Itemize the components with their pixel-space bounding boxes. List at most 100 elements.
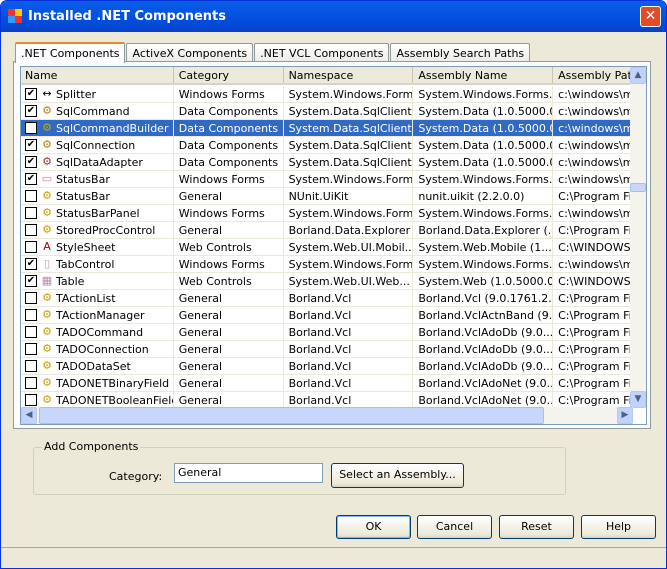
checkbox[interactable]: ✔	[25, 105, 37, 117]
cell-path: c:\windows\mic	[553, 171, 633, 187]
scroll-left-button[interactable]: ◀	[21, 407, 37, 424]
cell-assembly: System.Data (1.0.5000.0)	[413, 120, 554, 136]
checkbox[interactable]	[25, 377, 37, 389]
tab-strip: .NET Components ActiveX Components .NET …	[15, 42, 531, 63]
table-icon: ▦	[41, 274, 53, 287]
checkbox[interactable]	[25, 292, 37, 304]
tab-net-components[interactable]: .NET Components	[15, 42, 126, 63]
category-label: Category:	[109, 470, 163, 483]
table-row[interactable]: ⚙ TADONETBinaryField General Borland.Vcl Bor…	[21, 375, 633, 392]
checkbox[interactable]: ✔	[25, 258, 37, 270]
checkbox[interactable]	[25, 207, 37, 219]
cell-path: C:\WINDOWS\V	[553, 273, 633, 289]
table-row[interactable]: ✔ ⚙ SqlDataAdapter Data Components System.Da…	[21, 154, 633, 171]
scroll-up-button[interactable]: ▲	[630, 67, 646, 84]
table-row[interactable]: A StyleSheet Web Controls System.Web.UI.Mob…	[21, 239, 633, 256]
table-row[interactable]: ⚙ StatusBarPanel Windows Forms System.Windo…	[21, 205, 633, 222]
checkbox[interactable]: ✔	[25, 275, 37, 287]
column-header-category[interactable]: Category	[174, 67, 284, 83]
cell-path: C:\WINDOWS\V	[553, 239, 633, 255]
checkbox[interactable]	[25, 190, 37, 202]
cell-category: Web Controls	[174, 239, 284, 255]
select-assembly-button[interactable]: Select an Assembly...	[331, 463, 464, 488]
checkbox[interactable]	[25, 360, 37, 372]
table-row[interactable]: ✔ ⚙ SqlConnection Data Components System.Dat…	[21, 137, 633, 154]
help-button[interactable]: Help	[581, 515, 656, 539]
ok-button[interactable]: OK	[336, 515, 411, 539]
checkbox[interactable]	[25, 394, 37, 406]
component-name: SqlCommandBuilder	[56, 121, 169, 135]
cell-namespace: Borland.Data.Explorer	[284, 222, 414, 238]
category-input[interactable]: General	[174, 463, 323, 483]
cell-name: A StyleSheet	[21, 239, 174, 255]
sql-command-icon: ⚙	[42, 104, 52, 117]
component-name: StyleSheet	[56, 240, 116, 254]
components-list[interactable]: Name Category Namespace Assembly Name As…	[20, 66, 647, 425]
cell-assembly: System.Web (1.0.5000.0)	[413, 273, 554, 289]
cell-assembly: Borland.VclActnBand (9....	[413, 307, 554, 323]
cell-assembly: Borland.VclAdoNet (9.0....	[413, 375, 554, 391]
checkbox[interactable]	[25, 326, 37, 338]
cancel-button[interactable]: Cancel	[417, 515, 492, 539]
tab-assembly-search-paths[interactable]: Assembly Search Paths	[390, 43, 531, 62]
table-row[interactable]: ✔ ⚙ SqlCommand Data Components System.Data.S…	[21, 103, 633, 120]
table-row[interactable]: ⚙ TADOCommand General Borland.Vcl Borland.Vc…	[21, 324, 633, 341]
cell-namespace: System.Windows.Forms	[284, 205, 414, 221]
component-name: Table	[56, 274, 85, 288]
cell-name: ⚙ TActionManager	[21, 307, 174, 323]
horizontal-scroll-thumb[interactable]	[39, 407, 544, 424]
column-header-assembly-path[interactable]: Assembly Path	[553, 67, 633, 83]
table-row[interactable]: ✔ ↔ Splitter Windows Forms System.Windows.Fo…	[21, 86, 633, 103]
table-row[interactable]: ⚙ SqlCommandBuilder Data Components System.…	[21, 120, 633, 137]
cell-path: c:\windows\mic	[553, 86, 633, 102]
cell-category: Windows Forms	[174, 256, 284, 272]
cell-name: ⚙ TActionList	[21, 290, 174, 306]
column-header-namespace[interactable]: Namespace	[284, 67, 414, 83]
gear-component-icon: ⚙	[42, 393, 52, 406]
vertical-scrollbar[interactable]: ▲ ▼	[630, 67, 646, 408]
table-row[interactable]: ⚙ TActionList General Borland.Vcl Borland.Vc…	[21, 290, 633, 307]
checkbox[interactable]: ✔	[25, 88, 37, 100]
vertical-scroll-thumb[interactable]	[630, 183, 646, 192]
cell-path: c:\windows\mic	[553, 120, 633, 136]
checkbox[interactable]	[25, 224, 37, 236]
table-row[interactable]: ✔ ▯ TabControl Windows Forms System.Windows.…	[21, 256, 633, 273]
table-row[interactable]: ⚙ TADODataSet General Borland.Vcl Borland.Vc…	[21, 358, 633, 375]
scroll-down-button[interactable]: ▼	[630, 391, 646, 408]
scroll-right-button[interactable]: ▶	[617, 407, 633, 424]
cell-name: ⚙ TADONETBinaryField	[21, 375, 174, 391]
table-row[interactable]: ⚙ StoredProcControl General Borland.Data.Ex…	[21, 222, 633, 239]
cell-category: General	[174, 324, 284, 340]
checkbox[interactable]: ✔	[25, 139, 37, 151]
cell-assembly: nunit.uikit (2.2.0.0)	[413, 188, 554, 204]
horizontal-scrollbar[interactable]: ◀ ▶	[21, 407, 633, 424]
cell-namespace: Borland.Vcl	[284, 290, 414, 306]
table-row[interactable]: ✔ ▦ Table Web Controls System.Web.UI.Web... S…	[21, 273, 633, 290]
gear-component-icon: ⚙	[42, 376, 52, 389]
cell-namespace: Borland.Vcl	[284, 358, 414, 374]
cell-name: ✔ ↔ Splitter	[21, 86, 174, 102]
column-header-name[interactable]: Name	[21, 67, 174, 83]
column-header-assembly-name[interactable]: Assembly Name	[413, 67, 554, 83]
checkbox[interactable]	[25, 343, 37, 355]
table-row[interactable]: ⚙ TADOConnection General Borland.Vcl Borland…	[21, 341, 633, 358]
close-button[interactable]: ✕	[640, 6, 661, 27]
checkbox[interactable]: ✔	[25, 156, 37, 168]
checkbox[interactable]	[25, 309, 37, 321]
component-name: TabControl	[56, 257, 115, 271]
cell-path: C:\Program File	[553, 375, 633, 391]
component-name: TADONETBinaryField	[56, 376, 170, 390]
table-row[interactable]: ✔ ▭ StatusBar Windows Forms System.Windows.F…	[21, 171, 633, 188]
cell-assembly: Borland.Data.Explorer (...	[413, 222, 554, 238]
cell-path: C:\Program File	[553, 222, 633, 238]
tab-net-vcl-components[interactable]: .NET VCL Components	[254, 43, 390, 62]
checkbox[interactable]	[25, 241, 37, 253]
table-row[interactable]: ⚙ TActionManager General Borland.Vcl Borland…	[21, 307, 633, 324]
tab-activex-components[interactable]: ActiveX Components	[126, 43, 254, 62]
checkbox[interactable]	[25, 122, 37, 134]
checkbox[interactable]: ✔	[25, 173, 37, 185]
table-row[interactable]: ⚙ StatusBar General NUnit.UiKit nunit.uikit …	[21, 188, 633, 205]
splitter-icon: ↔	[42, 87, 52, 100]
reset-button[interactable]: Reset	[499, 515, 574, 539]
cell-category: Data Components	[174, 137, 284, 153]
